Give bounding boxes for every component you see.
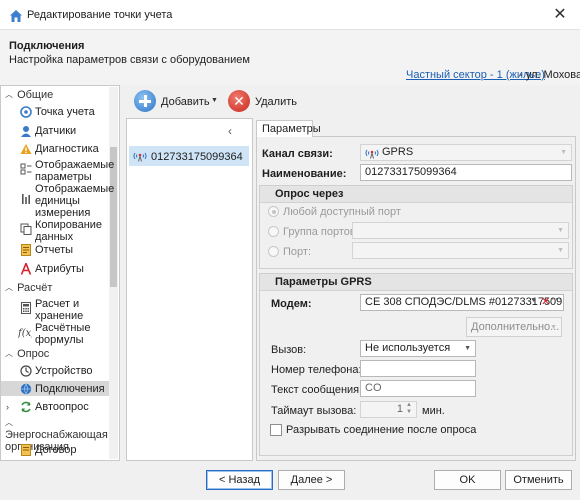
chevron-up-icon: ︿ (5, 283, 13, 292)
chevron-down-icon: ▼ (560, 149, 567, 156)
device-icon (20, 365, 32, 377)
warning-icon (20, 144, 32, 154)
poll-group-title: Опрос через (260, 186, 572, 203)
sidebar-item-meter-point[interactable]: Точка учета (1, 106, 109, 118)
copy-icon (20, 223, 32, 235)
phone-input[interactable] (360, 360, 476, 377)
collapse-panel-icon[interactable]: ‹ (228, 124, 232, 138)
tab-parameters[interactable]: Параметры (256, 120, 321, 137)
svg-text:f(x): f(x) (18, 328, 32, 338)
sidebar-item-autopoll[interactable]: › Автоопрос (1, 401, 109, 413)
add-dropdown-arrow-icon[interactable]: ▼ (211, 97, 218, 104)
meter-point-icon (20, 106, 32, 118)
sidebar-item-contract[interactable]: Договор (1, 444, 109, 456)
antenna-icon (365, 149, 379, 159)
close-icon[interactable]: ✕ (548, 4, 572, 26)
sidebar-item-device[interactable]: Устройство (1, 365, 109, 377)
chevron-down-icon[interactable]: ▼ (530, 297, 537, 304)
cancel-button[interactable]: Отменить (505, 470, 572, 490)
sidebar-item-copy-data[interactable]: Копирование данных (1, 219, 109, 243)
add-button[interactable]: Добавить (161, 96, 210, 108)
page-title: Подключения (9, 40, 85, 52)
gprs-group-title: Параметры GPRS (260, 274, 572, 291)
sidebar-scrollbar[interactable] (109, 87, 118, 459)
page-header: Подключения Настройка параметров связи с… (0, 30, 580, 85)
window-title: Редактирование точки учета (27, 9, 173, 21)
call-label: Вызов: (271, 344, 307, 356)
chevron-up-icon: ︿ (5, 418, 13, 427)
radio-any-port[interactable] (268, 206, 279, 217)
chevron-down-icon: ▼ (557, 247, 564, 254)
next-button[interactable]: Далее > (278, 470, 345, 490)
chevron-down-icon: ▼ (550, 324, 557, 331)
name-label: Наименование: (262, 168, 347, 180)
port-group-select[interactable]: ▼ (352, 222, 569, 239)
modem-label: Модем: (271, 298, 312, 310)
home-icon (10, 10, 22, 22)
radio-port-label: Порт: (283, 246, 311, 258)
chevron-up-icon: ︿ (5, 90, 13, 99)
sidebar-section-calculation[interactable]: ︿ Расчёт (5, 282, 52, 294)
timeout-unit: мин. (422, 405, 445, 417)
port-select[interactable]: ▼ (352, 242, 569, 259)
radio-port[interactable] (268, 246, 279, 257)
call-select[interactable]: Не используется ▼ (360, 340, 476, 357)
name-input[interactable]: 012733175099364 (360, 164, 572, 181)
ok-button[interactable]: OK (434, 470, 501, 490)
report-icon (21, 244, 31, 256)
channel-label: Канал связи: (262, 148, 333, 160)
chevron-right-icon[interactable]: › (6, 401, 9, 413)
message-input[interactable]: CO (360, 380, 476, 397)
sidebar-item-diagnostics[interactable]: Диагностика (1, 143, 109, 155)
radio-port-group-label: Группа портов: (283, 226, 359, 238)
back-button[interactable]: < Назад (206, 470, 273, 490)
sidebar-item-display-params[interactable]: Отображаемые параметры (1, 159, 114, 183)
delete-button[interactable]: Удалить (255, 96, 297, 108)
message-label: Текст сообщения: (271, 384, 363, 396)
sidebar-item-formulas[interactable]: f(x) Расчётные формулы (1, 322, 109, 346)
phone-label: Номер телефона: (271, 364, 362, 376)
chevron-up-icon: ︿ (5, 349, 13, 358)
formula-icon: f(x) (18, 328, 32, 338)
disconnect-label: Разрывать соединение после опроса (286, 424, 477, 436)
contract-icon (21, 444, 31, 456)
sidebar-item-attributes[interactable]: Атрибуты (1, 263, 109, 275)
antenna-icon (133, 152, 147, 162)
sidebar-item-sensors[interactable]: Датчики (1, 125, 109, 137)
device-list-panel (126, 118, 253, 461)
params-icon (20, 163, 32, 175)
calculator-icon (21, 302, 31, 314)
additional-button[interactable]: Дополнительно... ▼ (466, 317, 562, 337)
channel-select[interactable]: GPRS ▼ (360, 144, 572, 161)
chevron-down-icon: ▼ (464, 345, 471, 352)
sidebar-item-display-units[interactable]: Отображаемые единицы измерения (1, 183, 114, 219)
attribute-icon (20, 263, 32, 275)
connection-icon (20, 383, 32, 395)
sidebar: ︿ Общие Точка учета Датчики Диагностика … (0, 85, 120, 461)
page-subtitle: Настройка параметров связи с оборудовани… (9, 54, 250, 66)
disconnect-checkbox[interactable] (270, 424, 282, 436)
location-street: - ул. Моховая (519, 69, 580, 81)
spinner-arrows-icon[interactable]: ▲ ▼ (406, 402, 412, 416)
sidebar-section-general[interactable]: ︿ Общие (5, 89, 53, 101)
sidebar-item-calc-storage[interactable]: Расчет и хранение (1, 298, 109, 322)
sensor-icon (21, 126, 31, 137)
units-icon (22, 194, 30, 204)
device-list-item-label: 012733175099364 (151, 151, 243, 163)
chevron-down-icon: ▼ (557, 227, 564, 234)
sidebar-item-reports[interactable]: Отчеты (1, 244, 109, 256)
sidebar-item-connections[interactable]: Подключения (1, 381, 109, 396)
clear-icon[interactable]: ✕ (541, 295, 550, 308)
radio-any-port-label: Любой доступный порт (283, 206, 401, 218)
add-icon[interactable] (134, 90, 156, 112)
sidebar-section-poll[interactable]: ︿ Опрос (5, 348, 49, 360)
timeout-label: Таймаут вызова: (271, 405, 357, 417)
autopoll-icon (21, 401, 31, 413)
browse-icon[interactable]: ··· (551, 293, 562, 305)
radio-port-group[interactable] (268, 226, 279, 237)
delete-icon[interactable]: ✕ (228, 90, 250, 112)
